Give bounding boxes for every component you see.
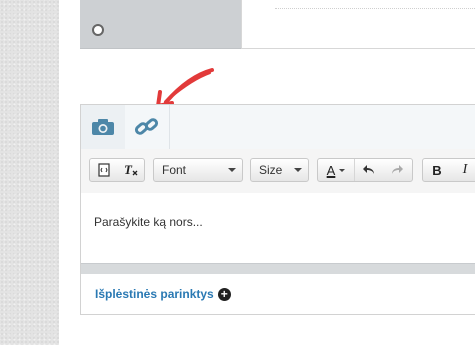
page-left-background xyxy=(0,0,59,345)
plus-circle-icon: + xyxy=(217,287,231,301)
remove-format-icon: T xyxy=(124,163,137,177)
divider xyxy=(275,8,475,9)
link-icon xyxy=(134,118,159,135)
toolbar-group-source: T xyxy=(89,158,145,182)
font-select-label: Font xyxy=(162,163,187,177)
editor-placeholder: Parašykite ką nors... xyxy=(94,215,203,229)
svg-text:T: T xyxy=(124,163,133,177)
source-button[interactable] xyxy=(90,159,117,181)
bold-label: B xyxy=(432,162,442,178)
bold-button[interactable]: B xyxy=(423,159,451,181)
tab-link[interactable] xyxy=(125,105,170,149)
redo-icon xyxy=(392,165,403,174)
text-color-button[interactable]: A xyxy=(318,159,355,181)
undo-button[interactable] xyxy=(355,159,383,181)
formatting-toolbar: T Font Size A B I xyxy=(81,149,475,194)
chevron-down-icon xyxy=(339,168,346,172)
advanced-options-label: Išplėstinės parinktys xyxy=(95,287,214,301)
editor-resize-handle[interactable] xyxy=(81,263,475,274)
camera-icon xyxy=(92,119,114,135)
editor-text-area[interactable]: Parašykite ką nors... xyxy=(81,193,475,263)
text-color-label: A xyxy=(326,162,336,178)
remove-format-button[interactable]: T xyxy=(117,159,144,181)
chevron-down-icon xyxy=(294,168,302,172)
font-family-select[interactable]: Font xyxy=(153,158,243,182)
tab-photo[interactable] xyxy=(81,105,126,149)
undo-icon xyxy=(363,165,374,174)
chevron-down-icon xyxy=(228,168,236,172)
font-size-select[interactable]: Size xyxy=(250,158,309,182)
italic-label: I xyxy=(462,162,468,177)
size-select-label: Size xyxy=(259,163,283,177)
source-document-icon xyxy=(97,163,110,177)
toolbar-group-color-undo: A xyxy=(317,158,413,182)
previous-post-card xyxy=(80,0,241,49)
post-editor: T Font Size A B I Parašykite ką nors... … xyxy=(80,104,475,315)
redo-button[interactable] xyxy=(383,159,411,181)
italic-button[interactable]: I xyxy=(451,159,475,181)
radio-button[interactable] xyxy=(92,24,104,36)
attachment-tabs xyxy=(81,105,475,150)
toolbar-group-style: B I xyxy=(422,158,475,182)
advanced-options-link[interactable]: Išplėstinės parinktys + xyxy=(95,287,231,301)
